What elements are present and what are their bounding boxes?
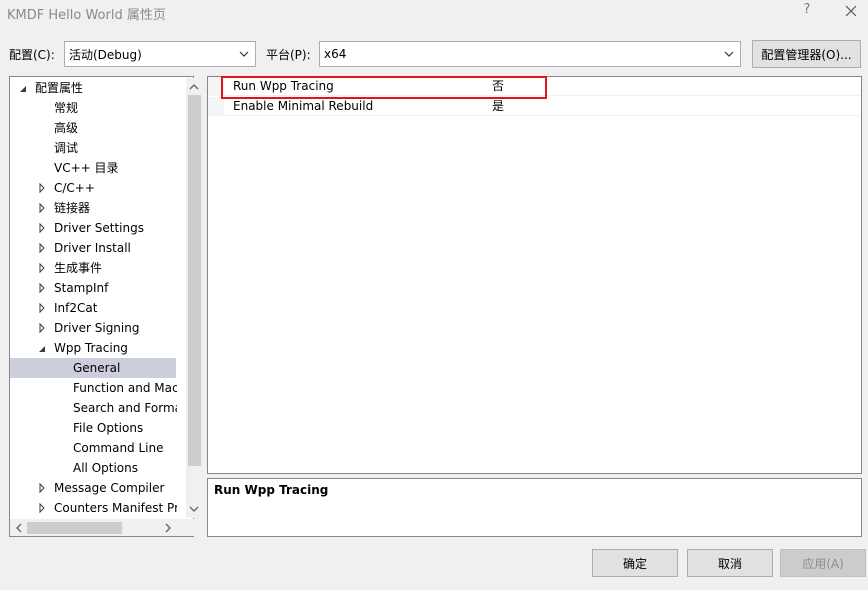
collapsed-arrow-icon[interactable] (38, 478, 48, 498)
scroll-left-icon[interactable] (15, 523, 22, 533)
config-select-value: 活动(Debug) (69, 47, 142, 62)
tree-item-label: 高级 (54, 121, 79, 135)
platform-select[interactable]: x64 (319, 41, 741, 67)
property-name: Enable Minimal Rebuild (233, 99, 374, 113)
tree-item-label: Command Line (73, 441, 164, 455)
tree-item[interactable]: StampInf (10, 278, 177, 298)
collapsed-arrow-icon[interactable] (38, 218, 48, 238)
description-panel: Run Wpp Tracing (207, 478, 862, 537)
tree-item-label: Driver Install (54, 241, 131, 255)
tree-item[interactable]: General (10, 358, 176, 378)
tree-item[interactable]: File Options (10, 418, 177, 438)
tree-item-label: Driver Signing (54, 321, 140, 335)
tree-item-label: Inf2Cat (54, 301, 98, 315)
tree-item[interactable]: 生成事件 (10, 258, 177, 278)
tree-item[interactable]: Counters Manifest Preprocessor (10, 498, 177, 518)
tree-item[interactable]: VC++ 目录 (10, 158, 177, 178)
tree-item-label: Function and Macro Options (73, 381, 177, 395)
ok-button[interactable]: 确定 (592, 549, 678, 577)
tree-item-label: VC++ 目录 (54, 161, 119, 175)
scroll-right-icon[interactable] (165, 523, 172, 533)
description-title: Run Wpp Tracing (214, 483, 329, 497)
tree-item-label: Wpp Tracing (54, 341, 128, 355)
tree-item[interactable]: Search and Formatting (10, 398, 177, 418)
tree-item[interactable]: All Options (10, 458, 177, 478)
config-manager-button[interactable]: 配置管理器(O)... (752, 40, 861, 68)
tree-item-label: Counters Manifest Preprocessor (54, 501, 177, 515)
tree-item-label: 调试 (54, 141, 79, 155)
tree-item-label: Driver Settings (54, 221, 144, 235)
apply-button[interactable]: 应用(A) (780, 549, 866, 577)
collapsed-arrow-icon[interactable] (38, 178, 48, 198)
window-title: KMDF Hello World 属性页 (7, 8, 166, 23)
tree-item-label: StampInf (54, 281, 109, 295)
collapsed-arrow-icon[interactable] (38, 278, 48, 298)
tree-item-label: Search and Formatting (73, 401, 177, 415)
tree-items: 配置属性常规高级调试 VC++ 目录 C/C++ 链接器 Driver Settings… (10, 77, 177, 518)
chevron-down-icon (239, 51, 249, 57)
tree-item[interactable]: 高级 (10, 118, 177, 138)
platform-select-value: x64 (324, 47, 347, 61)
title-bar: KMDF Hello World 属性页 ? (0, 0, 868, 28)
tree-vertical-scroll-thumb[interactable] (188, 95, 201, 466)
property-row-enable-minimal-rebuild[interactable]: Enable Minimal Rebuild 是 (208, 97, 861, 116)
tree-vertical-scrollbar[interactable] (186, 78, 202, 518)
scroll-down-icon[interactable] (189, 506, 199, 513)
scrollbar-corner (186, 519, 202, 536)
property-grid: Run Wpp Tracing 否 Enable Minimal Rebuild… (207, 76, 862, 474)
property-value[interactable]: 是 (492, 97, 504, 116)
collapsed-arrow-icon[interactable] (38, 298, 48, 318)
scroll-up-icon[interactable] (189, 83, 199, 90)
cancel-button[interactable]: 取消 (687, 549, 773, 577)
expanded-arrow-icon[interactable] (19, 78, 29, 98)
tree-item[interactable]: Command Line (10, 438, 177, 458)
tree-item-label: General (73, 361, 121, 375)
tree-item-label: File Options (73, 421, 144, 435)
expanded-arrow-icon[interactable] (38, 338, 48, 358)
tree-item-label: 生成事件 (54, 261, 103, 275)
tree-item[interactable]: Driver Install (10, 238, 177, 258)
tree-item[interactable]: Function and Macro Options (10, 378, 177, 398)
tree-item[interactable]: 链接器 (10, 198, 177, 218)
collapsed-arrow-icon[interactable] (38, 258, 48, 278)
collapsed-arrow-icon[interactable] (38, 318, 48, 338)
platform-label: 平台(P): (266, 48, 311, 62)
tree-item[interactable]: Inf2Cat (10, 298, 177, 318)
tree-item[interactable]: 常规 (10, 98, 177, 118)
tree-item-label: C/C++ (54, 181, 95, 195)
tree-item[interactable]: C/C++ (10, 178, 177, 198)
tree-item-label: 配置属性 (35, 81, 84, 95)
help-button[interactable]: ? (799, 2, 815, 22)
collapsed-arrow-icon[interactable] (38, 498, 48, 518)
collapsed-arrow-icon[interactable] (38, 198, 48, 218)
tree-horizontal-scrollbar[interactable] (10, 519, 186, 536)
tree-item[interactable]: 配置属性 (10, 78, 177, 98)
tree-item[interactable]: Driver Settings (10, 218, 177, 238)
tree-item-label: 链接器 (54, 201, 91, 215)
tree-item[interactable]: Message Compiler (10, 478, 177, 498)
close-button[interactable] (836, 0, 866, 24)
config-select[interactable]: 活动(Debug) (64, 41, 256, 67)
tree-item-label: All Options (73, 461, 138, 475)
tree-item-label: Message Compiler (54, 481, 165, 495)
chevron-down-icon (724, 51, 734, 57)
tree-item[interactable]: 调试 (10, 138, 177, 158)
property-tree: 配置属性常规高级调试 VC++ 目录 C/C++ 链接器 Driver Settings… (9, 76, 202, 537)
highlight-annotation (221, 76, 547, 99)
tree-item-label: 常规 (54, 101, 79, 115)
tree-item[interactable]: Wpp Tracing (10, 338, 177, 358)
tree-item[interactable]: Driver Signing (10, 318, 177, 338)
close-icon (845, 5, 857, 17)
config-label: 配置(C): (9, 48, 55, 62)
collapsed-arrow-icon[interactable] (38, 238, 48, 258)
tree-horizontal-scroll-thumb[interactable] (27, 522, 122, 534)
